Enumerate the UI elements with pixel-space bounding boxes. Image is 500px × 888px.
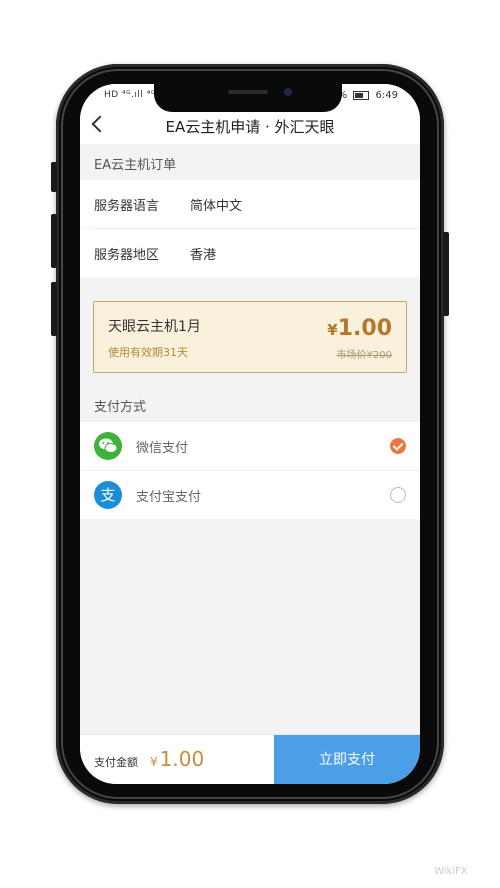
product-name: 天眼云主机1月 bbox=[108, 319, 201, 335]
payment-section-title: 支付方式 bbox=[94, 400, 147, 415]
radio-unselected-icon[interactable] bbox=[390, 487, 406, 503]
wechat-icon bbox=[94, 432, 122, 460]
order-section-header: EA云主机订单 bbox=[80, 144, 420, 180]
payment-option-alipay[interactable]: 支 支付宝支付 bbox=[80, 471, 420, 519]
speaker-grille bbox=[228, 90, 268, 94]
nav-bar: EA云主机申请 · 外汇天眼 bbox=[80, 108, 420, 144]
total-amount: ¥1.00 bbox=[150, 747, 204, 771]
payment-option-wechat[interactable]: 微信支付 bbox=[80, 422, 420, 470]
row-value: 简体中文 bbox=[190, 199, 243, 214]
front-camera bbox=[284, 88, 292, 96]
volume-up-button bbox=[51, 214, 57, 268]
price-value: 1.00 bbox=[337, 316, 392, 341]
currency-symbol: ¥ bbox=[150, 755, 158, 769]
radio-selected-icon[interactable] bbox=[390, 438, 406, 454]
svg-text:支: 支 bbox=[100, 486, 115, 504]
order-section-title: EA云主机订单 bbox=[94, 158, 177, 173]
watermark: WikiFX bbox=[434, 866, 468, 877]
row-value: 香港 bbox=[190, 248, 217, 263]
total-label: 支付金额 bbox=[94, 756, 138, 769]
market-price: 市场价¥200 bbox=[336, 350, 392, 361]
page-title: EA云主机申请 · 外汇天眼 bbox=[165, 118, 335, 136]
payment-label: 支付宝支付 bbox=[136, 490, 202, 505]
clock: 6:49 bbox=[375, 90, 398, 101]
total-value: 1.00 bbox=[159, 747, 205, 771]
payment-section-header: 支付方式 bbox=[80, 386, 420, 422]
volume-down-button bbox=[51, 282, 57, 336]
battery-icon bbox=[353, 90, 370, 100]
alipay-icon: 支 bbox=[94, 481, 122, 509]
product-price: ¥1.00 bbox=[327, 316, 392, 341]
order-row-region: 服务器地区 香港 bbox=[80, 229, 420, 277]
mute-switch bbox=[51, 162, 57, 192]
payment-label: 微信支付 bbox=[136, 441, 189, 456]
power-button bbox=[443, 232, 449, 316]
pay-now-button[interactable]: 立即支付 bbox=[274, 735, 420, 784]
bottom-bar: 支付金额 ¥1.00 立即支付 bbox=[80, 734, 420, 784]
currency-symbol: ¥ bbox=[327, 321, 338, 339]
row-key: 服务器语言 bbox=[94, 199, 160, 214]
product-card[interactable]: 天眼云主机1月 使用有效期31天 ¥1.00 市场价¥200 bbox=[93, 301, 407, 373]
phone-screen: HD ⁴ᴳ.ıll ⁴ᴳ.ıll 0% 6:49 EA云主机申请 · 外汇天眼 … bbox=[80, 84, 420, 784]
order-row-language: 服务器语言 简体中文 bbox=[80, 180, 420, 228]
row-key: 服务器地区 bbox=[94, 248, 160, 263]
product-validity: 使用有效期31天 bbox=[108, 346, 188, 359]
notch bbox=[154, 84, 342, 112]
